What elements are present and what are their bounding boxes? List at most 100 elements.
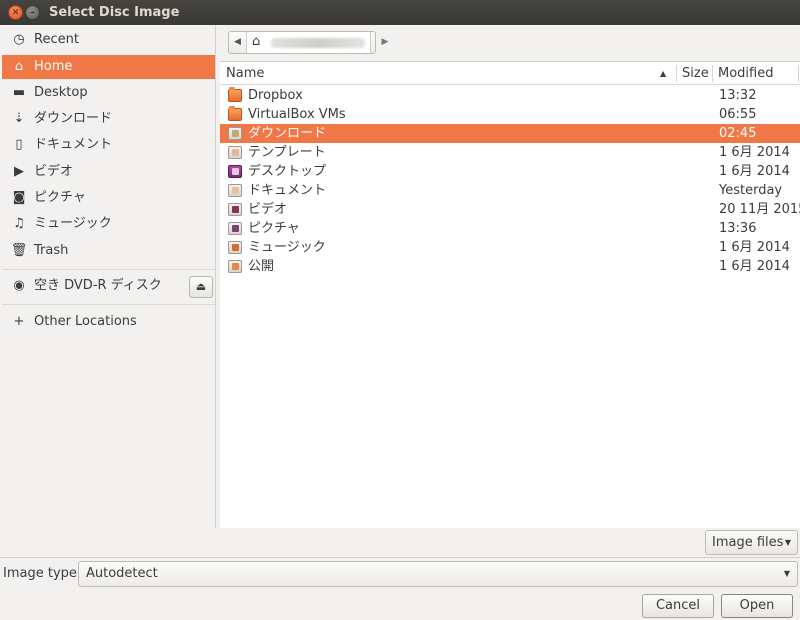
column-divider[interactable] <box>798 65 799 82</box>
file-row[interactable]: VirtualBox VMs 06:55 <box>220 105 800 124</box>
sidebar-item-documents[interactable]: ▯ ドキュメント <box>2 133 215 157</box>
home-icon: ⌂ <box>252 34 261 49</box>
title-bar[interactable]: ✕ – Select Disc Image <box>0 0 800 25</box>
file-modified: 13:32 <box>719 88 757 103</box>
file-modified: 1 6月 2014 <box>719 259 790 274</box>
sidebar-item-trash[interactable]: 🗑 Trash <box>2 239 215 263</box>
download-arrow-icon: ⇣ <box>13 111 25 126</box>
path-scroll-right-button[interactable]: ▶ <box>377 32 393 53</box>
select-disc-image-dialog: ✕ – Select Disc Image ◷ Recent ⌂ Home ▬ … <box>0 0 800 620</box>
trash-icon: 🗑 <box>10 243 28 258</box>
sidebar-item-label: 空き DVD-R ディスク <box>34 278 162 293</box>
home-icon: ⌂ <box>14 59 24 74</box>
separator <box>0 557 800 558</box>
sidebar-item-music[interactable]: ♫ ミュージック <box>2 212 215 236</box>
sidebar-item-other-locations[interactable]: + Other Locations <box>2 310 215 334</box>
file-list[interactable]: Name ▲ Size Modified Dropbox 13:32 Virtu… <box>220 61 800 528</box>
sidebar-item-recent[interactable]: ◷ Recent <box>2 28 215 52</box>
sidebar-item-videos[interactable]: ▶ ビデオ <box>2 160 215 184</box>
open-button[interactable]: Open <box>721 594 793 618</box>
clock-icon: ◷ <box>13 32 25 47</box>
disc-icon: ◉ <box>13 278 25 293</box>
file-name: テンプレート <box>248 145 326 160</box>
cancel-button[interactable]: Cancel <box>642 594 714 618</box>
file-modified: 20 11月 2015 <box>719 202 800 217</box>
file-name: ピクチャ <box>248 221 300 236</box>
folder-icon <box>228 87 242 102</box>
sidebar-item-label: Other Locations <box>34 314 137 329</box>
path-scroll-left-button[interactable]: ◀ <box>229 32 247 53</box>
sidebar-item-downloads[interactable]: ⇣ ダウンロード <box>2 107 215 131</box>
file-modified: 02:45 <box>719 126 757 141</box>
sidebar-item-label: ドキュメント <box>34 137 113 152</box>
column-header-modified[interactable]: Modified <box>718 62 800 85</box>
file-row[interactable]: ビデオ 20 11月 2015 <box>220 200 800 219</box>
column-header-size[interactable]: Size <box>682 62 712 85</box>
documents-folder-icon <box>228 184 242 197</box>
file-modified: Yesterday <box>719 183 783 198</box>
file-modified: 1 6月 2014 <box>719 164 790 179</box>
plus-icon: + <box>13 314 25 329</box>
image-type-label: Image type: <box>3 566 82 581</box>
sidebar-item-dvd[interactable]: ◉ 空き DVD-R ディスク <box>2 274 186 298</box>
image-type-dropdown[interactable]: Autodetect ▼ <box>78 561 798 587</box>
file-row[interactable]: ピクチャ 13:36 <box>220 219 800 238</box>
sidebar-item-label: Trash <box>34 243 69 258</box>
sidebar-item-label: Desktop <box>34 85 88 100</box>
file-name: VirtualBox VMs <box>248 107 346 122</box>
file-name: ドキュメント <box>248 183 327 198</box>
folder-icon <box>228 106 242 121</box>
sidebar-item-label: ミュージック <box>34 216 112 231</box>
window-close-button[interactable]: ✕ <box>8 5 23 20</box>
sidebar-separator <box>2 304 215 305</box>
sidebar-item-pictures[interactable]: ◙ ピクチャ <box>2 186 215 210</box>
file-name: デスクトップ <box>248 164 327 179</box>
image-type-value: Autodetect <box>86 566 158 581</box>
redacted-username <box>271 38 365 48</box>
dropdown-arrow-icon: ▼ <box>784 538 791 547</box>
file-filter-value: Image files <box>712 535 784 550</box>
file-modified: 1 6月 2014 <box>719 145 790 160</box>
sidebar-item-label: Recent <box>34 32 79 47</box>
eject-button[interactable]: ⏏ <box>189 276 213 298</box>
file-name: ミュージック <box>248 240 326 255</box>
sidebar-item-label: Home <box>34 59 73 74</box>
desktop-folder-icon <box>228 165 242 178</box>
column-divider[interactable] <box>712 65 713 82</box>
file-modified: 13:36 <box>719 221 757 236</box>
file-row[interactable]: 公開 1 6月 2014 <box>220 257 800 276</box>
file-modified: 06:55 <box>719 107 757 122</box>
music-note-icon: ♫ <box>13 216 25 231</box>
file-list-header: Name ▲ Size Modified <box>220 62 800 85</box>
window-title: Select Disc Image <box>49 5 180 20</box>
column-header-name[interactable]: Name <box>226 62 676 85</box>
sidebar-item-home[interactable]: ⌂ Home <box>2 55 215 79</box>
file-name: ダウンロード <box>248 126 327 141</box>
file-row[interactable]: Dropbox 13:32 <box>220 86 800 105</box>
file-row-selected[interactable]: ダウンロード 02:45 <box>220 124 800 143</box>
video-camera-icon: ▶ <box>14 164 24 179</box>
dropdown-arrow-icon: ▼ <box>783 569 790 578</box>
file-filter-dropdown[interactable]: Image files ▼ <box>705 530 798 555</box>
sidebar-item-label: ピクチャ <box>34 190 86 205</box>
document-icon: ▯ <box>15 137 23 152</box>
file-modified: 1 6月 2014 <box>719 240 790 255</box>
camera-icon: ◙ <box>12 190 26 205</box>
path-bar: ◀ ⌂ ▶ <box>228 31 388 54</box>
pictures-folder-icon <box>228 222 242 235</box>
window-minimize-button[interactable]: – <box>25 5 40 20</box>
videos-folder-icon <box>228 203 242 216</box>
file-row[interactable]: テンプレート 1 6月 2014 <box>220 143 800 162</box>
file-row[interactable]: デスクトップ 1 6月 2014 <box>220 162 800 181</box>
file-row[interactable]: ドキュメント Yesterday <box>220 181 800 200</box>
download-folder-icon <box>228 127 242 140</box>
places-sidebar: ◷ Recent ⌂ Home ▬ Desktop ⇣ ダウンロード ▯ ドキュ… <box>0 25 216 528</box>
path-segment[interactable]: ⌂ <box>247 32 371 53</box>
sidebar-item-desktop[interactable]: ▬ Desktop <box>2 81 215 105</box>
sidebar-item-label: ビデオ <box>34 164 74 179</box>
file-row[interactable]: ミュージック 1 6月 2014 <box>220 238 800 257</box>
templates-folder-icon <box>228 146 242 159</box>
column-divider[interactable] <box>676 65 677 82</box>
file-name: 公開 <box>248 259 275 274</box>
public-folder-icon <box>228 260 242 273</box>
